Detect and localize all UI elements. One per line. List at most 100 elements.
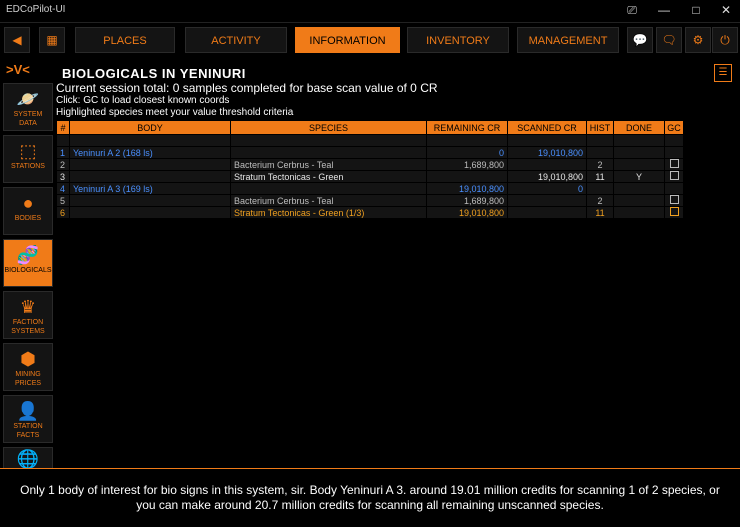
sidebar-item-stations[interactable]: ⬚ STATIONS (3, 135, 53, 183)
app-logo-icon: >V< (6, 62, 30, 77)
sidebar-item-label: STATIONS (11, 163, 45, 170)
row-hist: 2 (587, 195, 613, 206)
tab-activity[interactable]: ACTIVITY (185, 27, 287, 53)
tab-information[interactable]: INFORMATION (295, 27, 400, 53)
row-body: Yeninuri A 3 (169 ls) (70, 183, 230, 194)
session-total: Current session total: 0 samples complet… (56, 81, 438, 95)
row-scanned (508, 159, 586, 170)
row-body (70, 171, 230, 182)
highlight-hint: Highlighted species meet your value thre… (56, 107, 294, 118)
biologicals-table: # BODY SPECIES REMAINING CR SCANNED CR H… (56, 120, 684, 219)
grid-icon: ▦ (46, 33, 58, 47)
row-gc (665, 207, 683, 218)
col-species[interactable]: SPECIES (231, 121, 426, 134)
chat-button[interactable]: 💬 (627, 27, 653, 53)
messages-icon: 🗨 (661, 33, 677, 47)
row-hist: 11 (587, 207, 613, 218)
messages-button[interactable]: 🗨 (656, 27, 682, 53)
row-remaining (427, 171, 507, 182)
row-remaining: 1,689,800 (427, 195, 507, 206)
col-done[interactable]: DONE (614, 121, 664, 134)
row-gc (665, 171, 683, 182)
gc-coords-icon[interactable] (669, 195, 679, 204)
table-row[interactable]: 2 Bacterium Cerbrus - Teal 1,689,800 2 (57, 159, 683, 170)
status-footer: Only 1 body of interest for bio signs in… (0, 468, 740, 527)
gc-coords-icon[interactable] (669, 171, 679, 180)
row-done (614, 147, 664, 158)
row-species: Bacterium Cerbrus - Teal (231, 159, 426, 170)
col-remaining[interactable]: REMAINING CR (427, 121, 507, 134)
col-gc[interactable]: GC (665, 121, 683, 134)
sidebar-item-globe[interactable]: 🌐 (3, 447, 53, 469)
row-number: 1 (57, 147, 69, 158)
gc-coords-icon[interactable] (669, 159, 679, 168)
gc-coords-icon[interactable] (669, 207, 679, 216)
row-number: 5 (57, 195, 69, 206)
row-hist (587, 183, 613, 194)
table-row[interactable]: 3 Stratum Tectonicas - Green 19,010,800 … (57, 171, 683, 182)
table-row[interactable]: 4 Yeninuri A 3 (169 ls) 19,010,800 0 (57, 183, 683, 194)
settings-button[interactable]: ⚙ (685, 27, 711, 53)
sidebar-item-bodies[interactable]: ● BODIES (3, 187, 53, 235)
table-spacer-row (57, 135, 683, 146)
tab-places[interactable]: PLACES (75, 27, 175, 53)
row-number: 6 (57, 207, 69, 218)
row-remaining: 19,010,800 (427, 207, 507, 218)
sidebar-item-system-data[interactable]: 🪐 SYSTEM DATA (3, 83, 53, 131)
row-scanned: 0 (508, 183, 586, 194)
row-hist (587, 147, 613, 158)
maximize-icon[interactable]: □ (688, 2, 704, 18)
table-row[interactable]: 6 Stratum Tectonicas - Green (1/3) 19,01… (57, 207, 683, 218)
row-done (614, 195, 664, 206)
row-scanned: 19,010,800 (508, 171, 586, 182)
person-icon: 👤 (16, 401, 40, 421)
back-button[interactable]: ◀ (4, 27, 30, 53)
sidebar-item-label: MINING PRICES (14, 371, 42, 387)
tab-inventory[interactable]: INVENTORY (407, 27, 509, 53)
col-number[interactable]: # (57, 121, 69, 134)
row-species: Bacterium Cerbrus - Teal (231, 195, 426, 206)
row-number: 4 (57, 183, 69, 194)
station-icon: ⬚ (19, 141, 37, 161)
row-gc (665, 183, 683, 194)
row-remaining: 0 (427, 147, 507, 158)
tab-management[interactable]: MANAGEMENT (517, 27, 619, 53)
sidebar-item-label: BIOLOGICALS (4, 267, 52, 274)
sidebar-item-label: SYSTEM DATA (13, 111, 43, 127)
table-row[interactable]: 5 Bacterium Cerbrus - Teal 1,689,800 2 (57, 195, 683, 206)
bodies-icon: ● (22, 193, 34, 213)
sidebar-item-mining-prices[interactable]: ⬢ MINING PRICES (3, 343, 53, 391)
col-scanned[interactable]: SCANNED CR (508, 121, 586, 134)
table-row[interactable]: 1 Yeninuri A 2 (168 ls) 0 19,010,800 (57, 147, 683, 158)
snap-icon[interactable]: ⎚ (624, 2, 640, 18)
sidebar-item-faction-systems[interactable]: ♛ FACTION SYSTEMS (3, 291, 53, 339)
row-done (614, 159, 664, 170)
row-number: 3 (57, 171, 69, 182)
row-body: Yeninuri A 2 (168 ls) (70, 147, 230, 158)
row-body (70, 159, 230, 170)
panel-toggle-icon[interactable]: ☰ (714, 64, 732, 82)
minimize-icon[interactable]: — (656, 2, 672, 18)
sidebar: >V< 🪐 SYSTEM DATA ⬚ STATIONS ● BODIES 🧬 … (0, 60, 56, 470)
sidebar-item-station-facts[interactable]: 👤 STATION FACTS (3, 395, 53, 443)
chat-icon: 💬 (632, 33, 648, 47)
click-hint: Click: GC to load closest known coords (56, 95, 230, 106)
row-species: Stratum Tectonicas - Green (231, 171, 426, 182)
mining-icon: ⬢ (20, 349, 36, 369)
row-body (70, 207, 230, 218)
col-hist[interactable]: HIST (587, 121, 613, 134)
planet-icon: 🪐 (16, 89, 40, 109)
col-body[interactable]: BODY (70, 121, 230, 134)
row-species (231, 147, 426, 158)
row-hist: 2 (587, 159, 613, 170)
top-navigation: ◀ ▦ PLACES ACTIVITY INFORMATION INVENTOR… (0, 27, 740, 55)
close-icon[interactable]: ✕ (718, 2, 734, 18)
grid-button[interactable]: ▦ (39, 27, 65, 53)
row-body (70, 195, 230, 206)
row-number: 2 (57, 159, 69, 170)
power-button[interactable]: ⏻ (712, 27, 738, 53)
sidebar-item-biologicals[interactable]: 🧬 BIOLOGICALS (3, 239, 53, 287)
row-gc (665, 147, 683, 158)
row-done: Y (614, 171, 664, 182)
row-done (614, 207, 664, 218)
